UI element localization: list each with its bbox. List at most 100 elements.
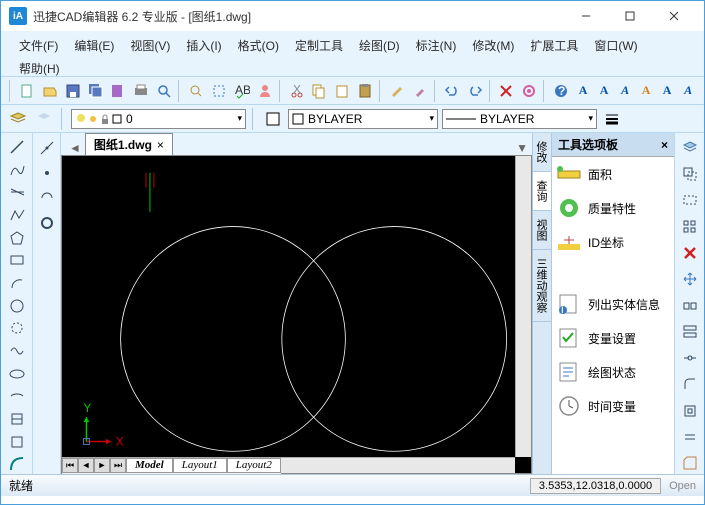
arc2-icon[interactable]	[36, 187, 58, 209]
menu-dimension[interactable]: 标注(N)	[408, 35, 465, 56]
color-dropdown[interactable]: BYLAYER ▾	[288, 109, 438, 129]
point-icon[interactable]	[36, 162, 58, 184]
preview-icon[interactable]	[153, 80, 175, 102]
drawing-canvas[interactable]: X Y ⏮ ◄ ► ⏭ Model Layout1 Layout2	[61, 155, 532, 474]
find-icon[interactable]	[185, 80, 207, 102]
cut-icon[interactable]	[286, 80, 308, 102]
trim-icon[interactable]	[679, 321, 701, 342]
undo-icon[interactable]	[441, 80, 463, 102]
array-icon[interactable]	[679, 216, 701, 237]
block-icon[interactable]	[6, 409, 28, 429]
layer-dropdown[interactable]: 0 ▾	[71, 109, 246, 129]
side-tab-view[interactable]: 视图	[533, 211, 551, 250]
text-A3[interactable]: A	[615, 81, 635, 101]
menu-view[interactable]: 视图(V)	[122, 35, 178, 56]
ray-icon[interactable]	[6, 182, 28, 202]
open-icon[interactable]	[39, 80, 61, 102]
spline2-icon[interactable]	[6, 341, 28, 361]
text-A4[interactable]: A	[636, 81, 656, 101]
tab-prev-icon[interactable]: ◄	[65, 141, 85, 155]
menu-modify[interactable]: 修改(M)	[464, 35, 522, 56]
close-button[interactable]	[652, 2, 696, 30]
tab-next-icon[interactable]: ▼	[512, 141, 532, 155]
print-icon[interactable]	[130, 80, 152, 102]
minimize-button[interactable]	[564, 2, 608, 30]
palette-item-area[interactable]: 面积	[552, 157, 674, 191]
tab-layout2[interactable]: Layout2	[227, 458, 281, 473]
vertical-scrollbar[interactable]	[515, 156, 531, 457]
lineweight-icon[interactable]	[601, 108, 623, 130]
menu-custom[interactable]: 定制工具	[287, 35, 351, 56]
menu-help[interactable]: 帮助(H)	[11, 58, 68, 79]
palette-close-icon[interactable]: ×	[661, 138, 668, 152]
erase-icon[interactable]	[679, 242, 701, 263]
next-tab-icon[interactable]: ►	[94, 458, 110, 473]
move-icon[interactable]	[679, 269, 701, 290]
palette-item-mass[interactable]: 质量特性	[552, 191, 674, 225]
close-tab-icon[interactable]: ×	[157, 138, 164, 152]
ellipse-icon[interactable]	[6, 364, 28, 384]
copyclip-icon[interactable]	[331, 80, 353, 102]
chamfer-icon[interactable]	[679, 453, 701, 474]
palette-item-status[interactable]: 绘图状态	[552, 355, 674, 389]
menu-edit[interactable]: 编辑(E)	[66, 35, 122, 56]
rect-icon[interactable]	[679, 190, 701, 211]
new-icon[interactable]	[16, 80, 38, 102]
menu-draw[interactable]: 绘图(D)	[351, 35, 408, 56]
arc-icon[interactable]	[6, 273, 28, 293]
palette-item-time[interactable]: 时间变量	[552, 389, 674, 423]
saveall-icon[interactable]	[85, 80, 107, 102]
xline-icon[interactable]	[36, 137, 58, 159]
select-icon[interactable]	[208, 80, 230, 102]
gear-icon[interactable]	[518, 80, 540, 102]
text-A5[interactable]: A	[657, 81, 677, 101]
export-icon[interactable]	[107, 80, 129, 102]
text-A6[interactable]: A	[678, 81, 698, 101]
polygon-icon[interactable]	[6, 228, 28, 248]
menu-insert[interactable]: 插入(I)	[178, 35, 229, 56]
side-tab-3d[interactable]: 三维动观察	[533, 250, 551, 322]
join-icon[interactable]	[679, 348, 701, 369]
text-A1[interactable]: A	[573, 81, 593, 101]
palette-item-var[interactable]: 变量设置	[552, 321, 674, 355]
offset-icon[interactable]	[679, 163, 701, 184]
menu-extend[interactable]: 扩展工具	[522, 35, 586, 56]
rectangle-icon[interactable]	[6, 250, 28, 270]
matchprop-icon[interactable]	[386, 80, 408, 102]
fillet-icon[interactable]	[679, 374, 701, 395]
ellipsearc-icon[interactable]	[6, 386, 28, 406]
revision-icon[interactable]	[6, 318, 28, 338]
explode-icon[interactable]	[679, 426, 701, 447]
first-tab-icon[interactable]: ⏮	[62, 458, 78, 473]
redo-icon[interactable]	[464, 80, 486, 102]
linetype-dropdown[interactable]: BYLAYER ▾	[442, 109, 597, 129]
tab-layout1[interactable]: Layout1	[173, 458, 227, 473]
line-icon[interactable]	[6, 137, 28, 157]
spline-icon[interactable]	[6, 160, 28, 180]
layers-icon[interactable]	[679, 137, 701, 158]
paste-icon[interactable]	[354, 80, 376, 102]
layer-prev-icon[interactable]	[33, 108, 55, 130]
donut-icon[interactable]	[36, 212, 58, 234]
side-tab-query[interactable]: 查询	[533, 172, 551, 211]
circle-icon[interactable]	[6, 296, 28, 316]
document-tab[interactable]: 图纸1.dwg ×	[85, 133, 173, 155]
user-icon[interactable]	[254, 80, 276, 102]
palette-item-id[interactable]: ID坐标	[552, 225, 674, 259]
palette-item-list[interactable]: i 列出实体信息	[552, 287, 674, 321]
extend-icon[interactable]	[679, 400, 701, 421]
spell-icon[interactable]: ABC	[231, 80, 253, 102]
menu-window[interactable]: 窗口(W)	[586, 35, 645, 56]
block2-icon[interactable]	[6, 432, 28, 452]
side-tab-modify[interactable]: 修改	[533, 133, 551, 172]
curve-icon[interactable]	[6, 454, 28, 474]
menu-format[interactable]: 格式(O)	[230, 35, 287, 56]
help-icon[interactable]: ?	[550, 80, 572, 102]
text-A2[interactable]: A	[594, 81, 614, 101]
color-picker-icon[interactable]	[262, 108, 284, 130]
maximize-button[interactable]	[608, 2, 652, 30]
copy-icon[interactable]	[308, 80, 330, 102]
menu-file[interactable]: 文件(F)	[11, 35, 66, 56]
prev-tab-icon[interactable]: ◄	[78, 458, 94, 473]
save-icon[interactable]	[62, 80, 84, 102]
